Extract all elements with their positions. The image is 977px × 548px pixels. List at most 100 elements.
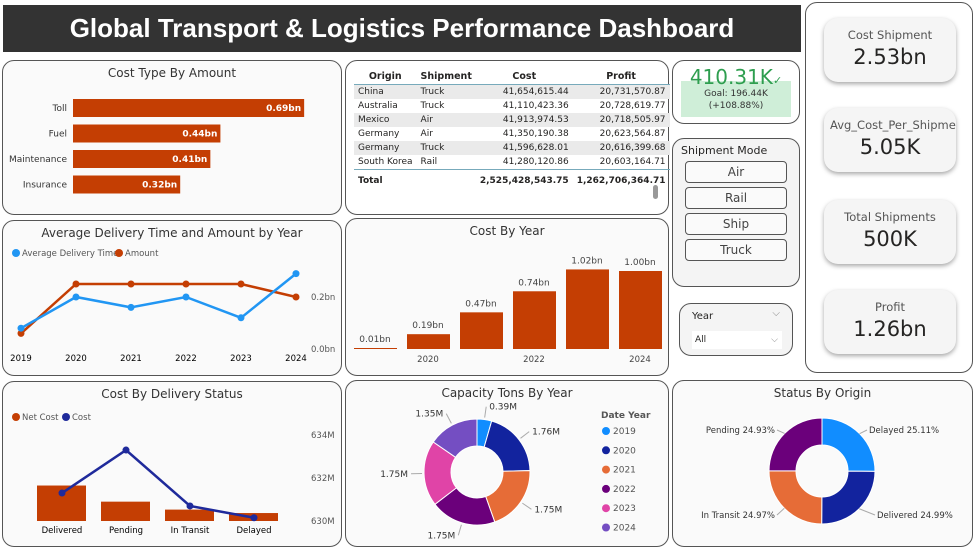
x-tick: 2022 xyxy=(523,355,545,365)
cost-by-year-chart: 0.01bn 0.19bn 2020 0.47bn 0.74bn 2022 1.02bn 1.… xyxy=(354,256,662,365)
avg-delivery-panel: Average Delivery Time and Amount by Year… xyxy=(2,220,342,376)
delivery-status-chart: Net Cost Cost 634M 632M 630M Delivered Pending… xyxy=(12,413,335,536)
table-row[interactable]: South Korea Rail 41,280,120.86 20,603,164.7… xyxy=(354,155,670,170)
legend-marker xyxy=(602,484,610,493)
data-point xyxy=(182,293,190,301)
table-row[interactable]: Australia Truck 41,110,423.36 20,728,619.77 xyxy=(354,99,670,113)
leader-line xyxy=(445,413,452,424)
data-label: Pending 24.93% xyxy=(706,426,775,436)
table-row[interactable]: Mexico Air 41,913,974.53 20,718,505.97 xyxy=(354,113,670,127)
status-origin-chart: Delayed 25.11% Delivered 24.99% In Transit… xyxy=(701,417,953,525)
mode-truck-button[interactable]: Truck xyxy=(685,239,787,261)
total-label: Total xyxy=(358,176,383,186)
col-profit[interactable]: Profit xyxy=(573,69,670,85)
avg-delivery-chart: Average Delivery Time Amount 0.2bn 0.0bn 201… xyxy=(10,249,335,364)
bar-label: Maintenance xyxy=(9,155,67,165)
leader-line xyxy=(520,431,530,439)
mode-rail-button[interactable]: Rail xyxy=(685,187,787,209)
donut-slice xyxy=(821,417,876,472)
table-cell: 41,350,190.38 xyxy=(502,129,569,139)
card-label: Total Shipments xyxy=(844,210,936,224)
table-cell: Australia xyxy=(358,101,398,111)
table-row[interactable]: China Truck 41,654,615.44 20,731,570.87 xyxy=(354,84,670,99)
mode-air-button[interactable]: Air xyxy=(685,161,787,183)
legend-marker xyxy=(12,249,20,257)
data-point xyxy=(186,502,194,510)
data-point xyxy=(72,293,80,301)
kpi-value: 410.31K xyxy=(689,65,773,89)
x-tick: 2020 xyxy=(417,355,439,365)
table-cell: China xyxy=(354,84,417,99)
data-label: 1.75M xyxy=(534,505,562,515)
year-slicer: Year ⌵ All ⌵ xyxy=(679,303,793,356)
origin-table: Origin Shipment Cost Profit China Truck 41… xyxy=(354,69,670,188)
table-cell: 20,718,505.97 xyxy=(572,113,670,127)
table-cell: Germany xyxy=(354,141,417,155)
bar-label: Fuel xyxy=(49,130,67,140)
y-tick: 634M xyxy=(311,431,335,441)
table-cell: Germany xyxy=(358,129,400,139)
kpi-delta: (+108.88%) xyxy=(708,101,764,111)
shipment-mode-slicer: Shipment Mode Air Rail Ship Truck xyxy=(672,138,800,287)
data-point xyxy=(127,303,135,311)
series-line xyxy=(61,448,255,520)
card-label: Avg_Cost_Per_Shipment xyxy=(830,118,956,132)
chevron-down-icon[interactable]: ⌵ xyxy=(772,308,780,319)
legend-marker xyxy=(602,523,610,532)
legend-label: 2024 xyxy=(613,524,636,534)
legend-marker xyxy=(602,446,610,455)
col-cost[interactable]: Cost xyxy=(476,69,573,85)
data-label: 0.44bn xyxy=(182,130,217,140)
data-label: 0.39M xyxy=(489,403,517,413)
table-cell: South Korea xyxy=(358,157,413,167)
card-value: 2.53bn xyxy=(853,45,927,69)
legend-label: 2022 xyxy=(613,485,636,495)
series-line xyxy=(20,272,297,330)
dashboard-title: Global Transport & Logistics Performance… xyxy=(3,5,801,52)
year-dropdown[interactable]: All ⌵ xyxy=(692,331,782,349)
y-tick: 0.2bn xyxy=(311,293,335,303)
kpi-goal: Goal: 196.44K xyxy=(704,89,768,99)
data-label: 1.35M xyxy=(415,410,443,420)
table-cell: 20,616,399.68 xyxy=(572,141,670,155)
leader-line xyxy=(859,508,876,516)
legend-marker xyxy=(115,249,123,257)
table-row[interactable]: Germany Truck 41,596,628.01 20,616,399.68 xyxy=(354,141,670,155)
capacity-panel: Capacity Tons By Year 0.39M 1.76M 1.75M 1.7… xyxy=(345,380,669,547)
legend-marker xyxy=(12,413,20,421)
card-value: 5.05K xyxy=(859,135,921,159)
leader-line xyxy=(484,406,487,418)
donut-slice xyxy=(821,470,876,525)
table-cell: 20,728,619.77 xyxy=(599,101,666,111)
total-cost: 2,525,428,543.75 xyxy=(479,176,569,186)
cost-type-chart: Toll 0.69bn Fuel 0.44bn Maintenance 0.41bn Ins… xyxy=(9,99,305,194)
y-tick: 0.0bn xyxy=(311,345,335,355)
bar xyxy=(165,509,214,521)
data-point xyxy=(250,514,258,522)
bar xyxy=(460,312,503,349)
donut-slice xyxy=(768,470,823,525)
leader-line xyxy=(776,429,785,434)
card-value: 500K xyxy=(863,227,917,251)
table-cell: 41,596,628.01 xyxy=(475,141,573,155)
table-cell: Truck xyxy=(420,101,445,111)
data-label: 0.41bn xyxy=(172,155,207,165)
table-cell: Truck xyxy=(416,84,476,99)
data-point xyxy=(127,280,135,288)
mode-ship-button[interactable]: Ship xyxy=(685,213,787,235)
card-avg-cost: Avg_Cost_Per_Shipment 5.05K xyxy=(824,108,956,172)
x-tick: In Transit xyxy=(171,526,210,536)
card-value: 1.26bn xyxy=(853,317,927,341)
legend-label: Net Cost xyxy=(22,413,59,423)
table-cell: 41,280,120.86 xyxy=(502,157,569,167)
data-point xyxy=(72,280,80,288)
status-origin-panel: Status By Origin Delayed 25.11% Delivered… xyxy=(672,380,973,547)
table-cell: 20,603,164.71 xyxy=(599,157,666,167)
table-scrollbar[interactable] xyxy=(653,185,658,199)
data-label: 1.76M xyxy=(532,428,560,438)
col-shipment[interactable]: Shipment xyxy=(417,69,476,85)
col-origin[interactable]: Origin xyxy=(354,69,417,85)
card-label: Profit xyxy=(875,300,905,314)
table-row[interactable]: Germany Air 41,350,190.38 20,623,564.87 xyxy=(354,127,670,141)
legend-label: Cost xyxy=(72,413,92,423)
